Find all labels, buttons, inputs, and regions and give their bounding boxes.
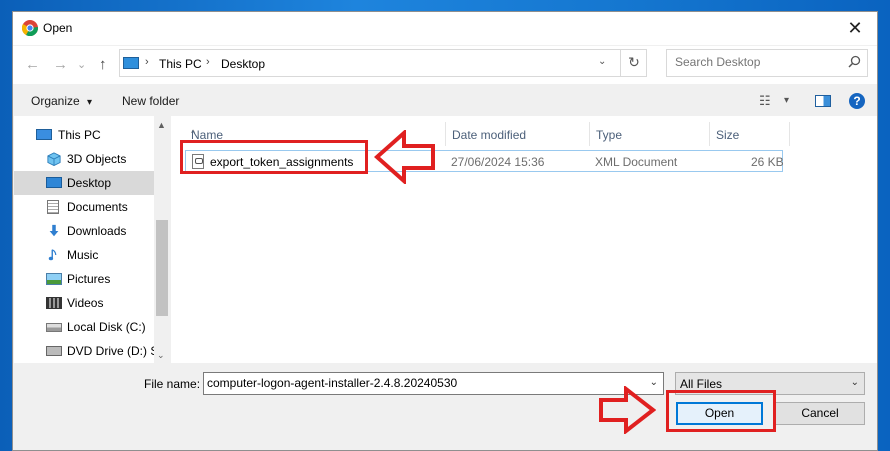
file-name-combobox[interactable]: ⌄ xyxy=(203,372,664,395)
column-header-date-modified[interactable]: Date modified xyxy=(446,122,590,146)
chevron-down-icon[interactable]: ⌄ xyxy=(598,56,606,67)
sidebar-item-videos[interactable]: Videos xyxy=(14,291,154,315)
sidebar-item-label: Documents xyxy=(67,200,128,214)
chrome-icon xyxy=(22,20,38,36)
file-date-modified: 27/06/2024 15:36 xyxy=(451,155,545,169)
scrollbar-thumb[interactable] xyxy=(156,220,168,316)
sidebar-item-pictures[interactable]: Pictures xyxy=(14,267,154,291)
download-icon xyxy=(49,224,59,237)
breadcrumb-separator: › xyxy=(206,56,210,68)
sidebar-item-label: Downloads xyxy=(67,224,127,238)
file-type: XML Document xyxy=(595,155,678,169)
music-icon xyxy=(48,249,57,261)
file-type-value: All Files xyxy=(680,377,723,391)
search-box[interactable] xyxy=(666,49,868,77)
navigation-bar: ← → ⌄ ↑ › This PC › Desktop ⌄ ↻ xyxy=(13,46,877,84)
column-header-label: Type xyxy=(596,128,623,142)
view-options-icon[interactable]: ☷ xyxy=(759,93,771,109)
chevron-down-icon: ⌄ xyxy=(850,377,859,388)
search-input[interactable] xyxy=(675,55,845,69)
address-bar[interactable]: › This PC › Desktop ⌄ ↻ xyxy=(119,49,647,77)
scroll-down-icon[interactable]: ⌄ xyxy=(157,350,165,361)
video-icon xyxy=(46,297,62,309)
column-header-size[interactable]: Size xyxy=(710,122,790,146)
organize-label: Organize xyxy=(31,94,80,108)
new-folder-button[interactable]: New folder xyxy=(122,94,179,108)
sidebar-item-3d-objects[interactable]: 3D Objects xyxy=(14,147,154,171)
column-header-label: Date modified xyxy=(452,128,527,142)
navigation-scrollbar[interactable]: ▲ ⌄ xyxy=(154,116,170,363)
breadcrumb-this-pc[interactable]: This PC xyxy=(159,57,202,71)
sidebar-item-label: DVD Drive (D:) S: xyxy=(67,344,162,358)
back-icon[interactable]: ← xyxy=(25,56,40,73)
dialog-title: Open xyxy=(43,21,73,35)
sidebar-item-dvd-drive[interactable]: DVD Drive (D:) S: xyxy=(14,339,162,363)
column-header-label: Size xyxy=(716,128,740,142)
drive-icon xyxy=(46,323,62,332)
search-icon[interactable] xyxy=(848,55,861,68)
recent-locations-icon[interactable]: ⌄ xyxy=(77,58,86,71)
sidebar-item-label: Music xyxy=(67,248,99,262)
sidebar-item-desktop[interactable]: Desktop xyxy=(14,171,154,195)
document-icon xyxy=(47,200,59,214)
organize-button[interactable]: Organize ▾ xyxy=(31,94,92,108)
file-size: 26 KB xyxy=(751,155,784,169)
forward-icon[interactable]: → xyxy=(53,56,68,73)
refresh-icon[interactable]: ↻ xyxy=(620,50,647,76)
annotation-arrow-left-icon xyxy=(374,130,435,184)
breadcrumb-desktop[interactable]: Desktop xyxy=(221,57,265,71)
pictures-icon xyxy=(46,273,62,285)
sidebar-item-label: Local Disk (C:) xyxy=(67,320,146,334)
sidebar-item-music[interactable]: Music xyxy=(14,243,154,267)
preview-pane-icon[interactable] xyxy=(815,95,831,107)
column-header-type[interactable]: Type xyxy=(590,122,710,146)
open-file-dialog: Open ✕ ← → ⌄ ↑ › This PC › Desktop ⌄ ↻ O… xyxy=(12,11,878,451)
sidebar-item-local-disk[interactable]: Local Disk (C:) xyxy=(14,315,154,339)
file-name-label: File name: xyxy=(144,377,201,391)
title-bar: Open ✕ xyxy=(13,12,877,45)
annotation-arrow-right-icon xyxy=(599,386,656,434)
up-icon[interactable]: ↑ xyxy=(99,56,107,73)
close-button[interactable]: ✕ xyxy=(833,12,877,45)
sidebar-item-downloads[interactable]: Downloads xyxy=(14,219,154,243)
sidebar-item-this-pc[interactable]: This PC xyxy=(14,123,154,147)
desktop-icon xyxy=(46,177,62,188)
dvd-icon xyxy=(46,346,62,356)
computer-icon xyxy=(36,129,52,140)
computer-icon xyxy=(123,57,139,69)
sidebar-item-label: Videos xyxy=(67,296,104,310)
chevron-down-icon[interactable]: ▾ xyxy=(784,95,789,106)
annotation-highlight-open xyxy=(666,390,776,432)
sidebar-item-documents[interactable]: Documents xyxy=(14,195,154,219)
sidebar-item-label: 3D Objects xyxy=(67,152,127,166)
chevron-down-icon: ▾ xyxy=(87,97,93,108)
navigation-pane: This PC 3D Objects Desktop Documents Dow… xyxy=(14,116,170,363)
file-name-field[interactable] xyxy=(207,376,637,390)
command-bar: Organize ▾ New folder ☷ ▾ ? xyxy=(13,86,877,116)
sidebar-item-label: This PC xyxy=(58,128,101,142)
cube-icon xyxy=(47,152,61,166)
cancel-button[interactable]: Cancel xyxy=(775,402,865,425)
annotation-highlight-file xyxy=(180,140,368,174)
help-icon[interactable]: ? xyxy=(849,93,865,109)
sidebar-item-label: Desktop xyxy=(67,176,112,190)
scroll-up-icon[interactable]: ▲ xyxy=(157,120,166,130)
sidebar-item-label: Pictures xyxy=(67,272,111,286)
breadcrumb-separator: › xyxy=(145,56,149,68)
